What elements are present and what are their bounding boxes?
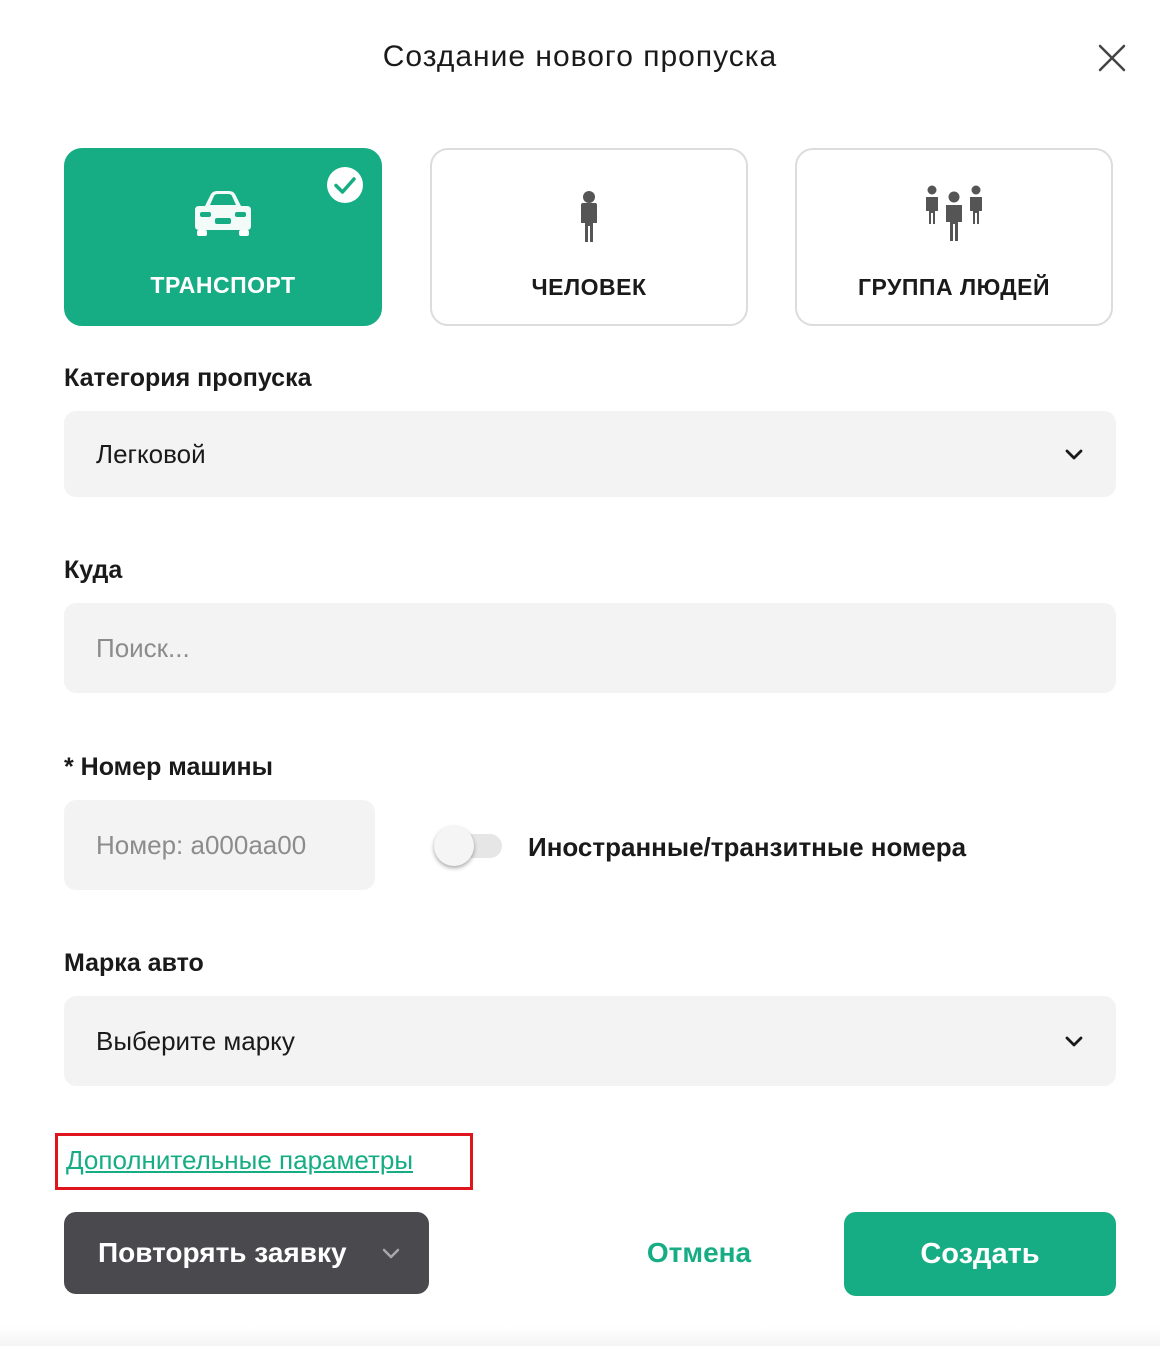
- car-number-placeholder: Номер: а000аа00: [96, 829, 307, 860]
- repeat-request-label: Повторять заявку: [98, 1237, 347, 1268]
- pass-type-person[interactable]: ЧЕЛОВЕК: [430, 148, 748, 326]
- extra-params-link[interactable]: Дополнительные параметры: [66, 1145, 413, 1176]
- person-icon: [581, 191, 597, 242]
- close-icon: [1098, 44, 1126, 72]
- chevron-down-icon: [382, 1248, 400, 1259]
- car-number-label: * Номер машины: [64, 753, 274, 781]
- toggle-knob: [434, 826, 474, 866]
- car-brand-label: Марка авто: [64, 949, 204, 977]
- destination-search-input[interactable]: Поиск...: [64, 603, 1116, 693]
- pass-type-group[interactable]: ГРУППА ЛЮДЕЙ: [795, 148, 1113, 326]
- foreign-numbers-label: Иностранные/транзитные номера: [528, 832, 967, 862]
- foreign-numbers-toggle[interactable]: [434, 826, 504, 868]
- repeat-request-button[interactable]: Повторять заявку: [64, 1212, 429, 1294]
- category-label: Категория пропуска: [64, 364, 312, 392]
- car-brand-select[interactable]: Выберите марку: [64, 996, 1116, 1086]
- chevron-down-icon: [1065, 449, 1083, 460]
- create-button[interactable]: Создать: [844, 1212, 1116, 1296]
- close-button[interactable]: [1094, 40, 1130, 76]
- cancel-button[interactable]: Отмена: [624, 1212, 774, 1294]
- create-pass-dialog: Создание нового пропуска ТРАНСПОРТ ЧЕЛОВ…: [0, 0, 1160, 1346]
- bottom-shade: [0, 1326, 1160, 1346]
- pass-type-label: ГРУППА ЛЮДЕЙ: [858, 274, 1050, 300]
- car-brand-placeholder: Выберите марку: [96, 1025, 295, 1056]
- check-icon: [327, 167, 363, 203]
- category-value: Легковой: [96, 438, 206, 469]
- pass-type-label: ЧЕЛОВЕК: [531, 274, 647, 300]
- destination-placeholder: Поиск...: [96, 632, 190, 663]
- category-select[interactable]: Легковой: [64, 411, 1116, 497]
- chevron-down-icon: [1065, 1036, 1083, 1047]
- pass-type-label: ТРАНСПОРТ: [150, 272, 296, 298]
- pass-type-transport[interactable]: ТРАНСПОРТ: [64, 148, 382, 326]
- group-icon: [926, 185, 982, 241]
- dialog-title: Создание нового пропуска: [382, 40, 778, 73]
- car-number-input[interactable]: Номер: а000аа00: [64, 800, 375, 890]
- car-icon: [195, 191, 251, 236]
- destination-label: Куда: [64, 556, 123, 584]
